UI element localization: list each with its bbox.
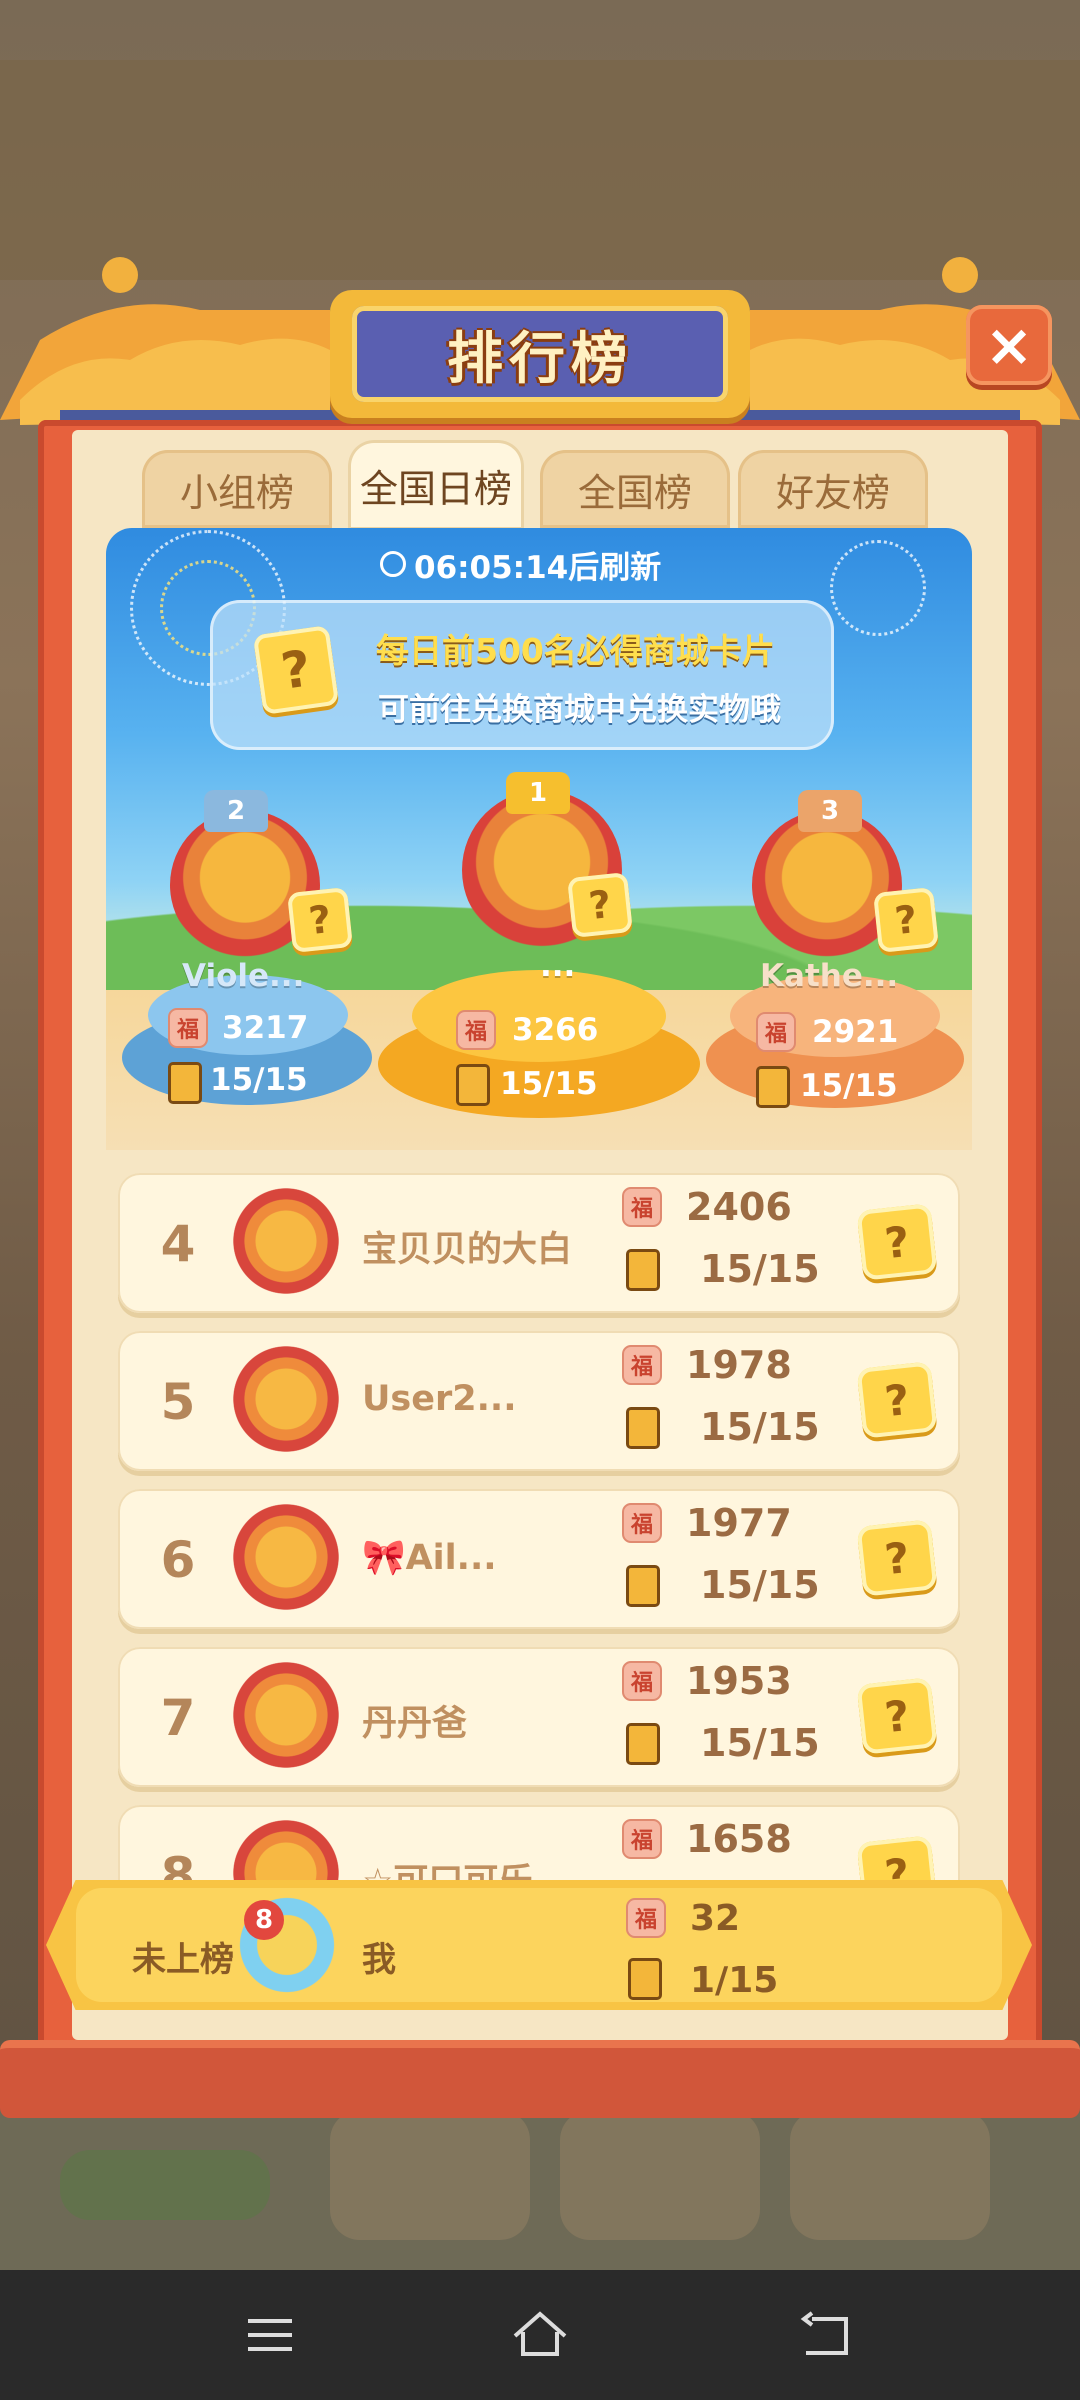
podium-score-1: 3266 (512, 1012, 599, 1048)
crown-icon-3: 3 (798, 790, 862, 832)
tab-national[interactable]: 全国榜 (540, 450, 730, 528)
book-icon (756, 1066, 790, 1108)
fu-icon: 福 (622, 1661, 662, 1701)
book-icon (168, 1062, 202, 1104)
ranking-row[interactable]: 5 User2... 福 1978 15/15 ? (118, 1331, 960, 1471)
my-progress: 1/15 (690, 1960, 779, 2001)
player-progress: 15/15 (700, 1405, 820, 1449)
menu-icon (248, 2319, 292, 2351)
podium-progress-3: 15/15 (800, 1068, 898, 1104)
player-score: 1953 (686, 1659, 792, 1703)
game-background-top (0, 60, 1080, 280)
rank-number: 7 (160, 1689, 196, 1747)
refresh-timer: 06:05:14后刷新 (380, 540, 700, 588)
title-plaque-inner: 排行榜 (352, 306, 728, 402)
ranking-list[interactable]: 4 宝贝贝的大白 福 2406 15/15 ? 5 User2... 福 197… (106, 1155, 972, 1880)
rank-number: 6 (160, 1531, 196, 1589)
dialog-base (0, 2040, 1080, 2118)
fu-icon: 福 (756, 1012, 796, 1052)
firework-decoration (830, 540, 926, 636)
book-icon (456, 1064, 490, 1106)
player-progress: 15/15 (700, 1563, 820, 1607)
crown-icon-1: 1 (506, 772, 570, 814)
card-icon: ? (856, 1519, 938, 1597)
podium-score-3: 2921 (812, 1014, 899, 1050)
ranking-row[interactable]: 8 ☆可口可乐 福 1658 ? (118, 1805, 960, 1880)
player-avatar[interactable] (230, 1501, 342, 1613)
book-icon (628, 1958, 662, 2000)
my-level-badge: 8 (244, 1900, 284, 1940)
home-button[interactable] (505, 2300, 575, 2370)
card-icon: ? (856, 1677, 938, 1755)
tab-group[interactable]: 小组榜 (142, 450, 332, 528)
player-avatar[interactable] (230, 1659, 342, 1771)
fu-icon: 福 (456, 1010, 496, 1050)
reward-notice-line1: 每日前500名必得商城卡片 (376, 631, 775, 670)
clock-icon (380, 551, 406, 577)
player-avatar[interactable] (230, 1185, 342, 1297)
book-icon (626, 1407, 660, 1449)
card-icon: ? (567, 872, 633, 938)
book-icon (626, 1723, 660, 1765)
reward-notice-line2: 可前往兑换商城中兑换实物哦 (378, 692, 781, 728)
menu-button[interactable] (235, 2300, 305, 2370)
fu-icon: 福 (622, 1187, 662, 1227)
card-icon: ? (856, 1203, 938, 1281)
close-button[interactable]: × (966, 305, 1052, 385)
podium-name-2: Viole... (182, 958, 305, 994)
tab-friends[interactable]: 好友榜 (738, 450, 928, 528)
player-name: 🎀Ail... (362, 1538, 497, 1578)
rank-number: 4 (160, 1215, 196, 1273)
mall-card-icon: ? (252, 625, 340, 715)
podium-name-3: Kathe... (760, 958, 899, 994)
player-progress: 15/15 (700, 1721, 820, 1765)
ranking-row[interactable]: 4 宝贝贝的大白 福 2406 15/15 ? (118, 1173, 960, 1313)
podium-progress-1: 15/15 (500, 1066, 598, 1102)
podium-progress-2: 15/15 (210, 1062, 308, 1098)
fu-icon: 福 (626, 1898, 666, 1938)
fu-icon: 福 (168, 1008, 208, 1048)
player-score: 1977 (686, 1501, 792, 1545)
player-name: 宝贝贝的大白 (362, 1230, 573, 1270)
card-icon: ? (287, 887, 353, 953)
refresh-timer-text: 06:05:14后刷新 (414, 549, 662, 586)
dialog-title: 排行榜 (447, 326, 633, 392)
book-icon (626, 1565, 660, 1607)
player-score: 1978 (686, 1343, 792, 1387)
card-icon: ? (856, 1361, 938, 1439)
player-avatar[interactable] (230, 1817, 342, 1880)
player-avatar[interactable] (230, 1343, 342, 1455)
player-score: 2406 (686, 1185, 792, 1229)
card-icon: ? (873, 887, 939, 953)
back-button[interactable] (790, 2300, 860, 2370)
podium-score-2: 3217 (222, 1010, 309, 1046)
close-icon: × (984, 311, 1034, 379)
crown-icon-2: 2 (204, 790, 268, 832)
player-name: User2... (362, 1379, 517, 1419)
book-icon (626, 1249, 660, 1291)
fu-icon: 福 (622, 1819, 662, 1859)
rank-number: 8 (160, 1847, 196, 1880)
back-icon (800, 2311, 848, 2355)
my-score: 32 (690, 1898, 741, 1939)
player-name: ☆可口可乐 (362, 1853, 533, 1880)
ranking-row[interactable]: 7 丹丹爸 福 1953 15/15 ? (118, 1647, 960, 1787)
rank-number: 5 (160, 1373, 196, 1431)
home-icon (513, 2311, 567, 2356)
fu-icon: 福 (622, 1503, 662, 1543)
tab-national-daily[interactable]: 全国日榜 (348, 440, 524, 530)
fu-icon: 福 (622, 1345, 662, 1385)
card-icon: ? (856, 1835, 938, 1880)
player-progress: 15/15 (700, 1247, 820, 1291)
my-rank-status: 未上榜 (132, 1940, 234, 1980)
podium-name-1: ... (540, 948, 576, 984)
ranking-row[interactable]: 6 🎀Ail... 福 1977 15/15 ? (118, 1489, 960, 1629)
player-name: 丹丹爸 (362, 1704, 468, 1744)
my-name: 我 (362, 1940, 396, 1980)
player-score: 1658 (686, 1817, 792, 1861)
